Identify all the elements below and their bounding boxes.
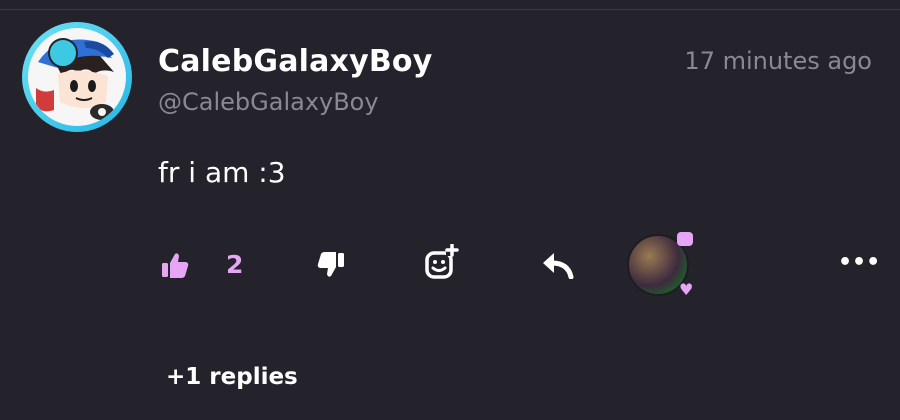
author-handle[interactable]: @CalebGalaxyBoy <box>158 88 379 116</box>
thumbs-down-icon <box>317 252 344 277</box>
reaction-user-avatar[interactable]: ♥ <box>627 232 694 299</box>
comment-message: fr i am :3 <box>158 156 286 189</box>
avatar-badge <box>48 38 78 68</box>
reaction-bubble-icon <box>677 232 693 246</box>
ellipsis-icon: ••• <box>838 250 881 275</box>
reply-button[interactable] <box>538 248 576 282</box>
view-replies-link[interactable]: +1 replies <box>166 364 298 390</box>
comment-card: CalebGalaxyBoy @CalebGalaxyBoy 17 minute… <box>0 0 900 420</box>
comment-timestamp: 17 minutes ago <box>684 47 872 75</box>
divider <box>0 9 900 10</box>
like-count: 2 <box>226 250 244 279</box>
author-avatar[interactable] <box>22 22 132 132</box>
author-display-name[interactable]: CalebGalaxyBoy <box>158 44 433 79</box>
dislike-button[interactable] <box>314 248 348 282</box>
smiley-plus-icon <box>425 244 459 279</box>
like-button[interactable] <box>158 248 192 282</box>
add-reaction-button[interactable] <box>424 244 462 282</box>
more-options-button[interactable]: ••• <box>838 248 881 278</box>
thumbs-up-icon <box>162 253 189 278</box>
heart-icon: ♥ <box>679 280 694 299</box>
avatar-image <box>28 28 126 126</box>
reply-arrow-icon <box>543 253 574 279</box>
cartoon-avatar-icon <box>36 39 114 120</box>
